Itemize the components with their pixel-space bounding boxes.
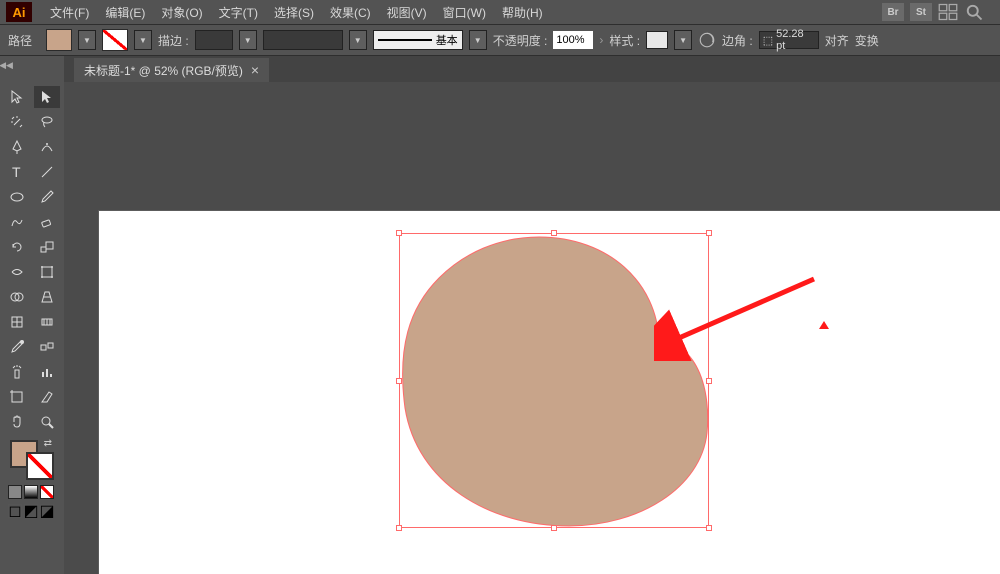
bridge-icon[interactable]: Br [882,3,904,21]
color-mode-none[interactable] [40,485,54,499]
fill-swatch[interactable] [46,29,72,51]
stroke-color-box[interactable] [26,452,54,480]
draw-inside[interactable]: ◪ [40,504,54,518]
app-logo: Ai [6,2,32,22]
mesh-tool[interactable] [4,311,30,333]
corner-label: 边角 : [722,32,753,49]
ellipse-tool[interactable] [4,186,30,208]
artboard[interactable] [98,210,1000,574]
draw-modes: ◻ ◩ ◪ [4,504,60,518]
corner-input[interactable]: ⬚52.28 pt [759,31,819,49]
swap-colors-icon[interactable]: ⇄ [44,438,52,449]
brush-definition[interactable]: 基本 [373,30,463,50]
opacity-label: 不透明度 : [493,32,548,49]
pen-tool[interactable] [4,136,30,158]
menu-object[interactable]: 对象(O) [153,4,210,21]
scale-tool[interactable] [34,236,60,258]
menu-type[interactable]: 文字(T) [211,4,266,21]
perspective-tool[interactable] [34,286,60,308]
stroke-dropdown[interactable]: ▼ [134,30,152,50]
stroke-profile[interactable] [263,30,343,50]
opacity-input[interactable]: 100% [553,31,593,49]
document-tab-title: 未标题-1* @ 52% (RGB/预览) [84,62,243,79]
selection-tool[interactable] [4,86,30,108]
style-label: 样式 : [609,32,640,49]
menu-help[interactable]: 帮助(H) [494,4,551,21]
tools-panel: T ⇄ ◻ ◩ ◪ [0,82,64,522]
shaper-tool[interactable] [4,211,30,233]
style-dropdown[interactable]: ▼ [674,30,692,50]
direct-selection-tool[interactable] [34,86,60,108]
color-mode-row [4,485,60,499]
menu-window[interactable]: 窗口(W) [435,4,494,21]
tab-close-button[interactable]: × [251,62,259,78]
opacity-expand[interactable]: › [599,33,603,47]
width-tool[interactable] [4,261,30,283]
symbol-sprayer-tool[interactable] [4,361,30,383]
recolor-icon[interactable] [698,31,716,49]
paintbrush-tool[interactable] [34,186,60,208]
color-mode-gradient[interactable] [24,485,38,499]
canvas-area[interactable] [64,82,1000,574]
fill-dropdown[interactable]: ▼ [78,30,96,50]
zoom-tool[interactable] [34,411,60,433]
menu-file[interactable]: 文件(F) [42,4,97,21]
artboard-tool[interactable] [4,386,30,408]
stock-icon[interactable]: St [910,3,932,21]
lasso-tool[interactable] [34,111,60,133]
gradient-tool[interactable] [34,311,60,333]
draw-behind[interactable]: ◩ [24,504,38,518]
hand-tool[interactable] [4,411,30,433]
document-tab[interactable]: 未标题-1* @ 52% (RGB/预览) × [74,58,269,82]
eyedropper-tool[interactable] [4,336,30,358]
fill-stroke-indicator[interactable]: ⇄ [4,438,60,482]
stroke-weight-label: 描边 : [158,32,189,49]
menu-select[interactable]: 选择(S) [266,4,322,21]
svg-text:T: T [12,164,21,180]
column-graph-tool[interactable] [34,361,60,383]
stroke-profile-dropdown[interactable]: ▼ [349,30,367,50]
draw-normal[interactable]: ◻ [8,504,22,518]
annotation-arrow [654,271,824,361]
graphic-style[interactable] [646,31,668,49]
panel-collapse-handle[interactable]: ◀◀ [0,58,12,72]
curvature-tool[interactable] [34,136,60,158]
brush-dropdown[interactable]: ▼ [469,30,487,50]
free-transform-tool[interactable] [34,261,60,283]
document-tab-bar: 未标题-1* @ 52% (RGB/预览) × [64,56,1000,82]
selection-mode-label: 路径 [8,32,32,49]
rotate-tool[interactable] [4,236,30,258]
menu-edit[interactable]: 编辑(E) [97,4,153,21]
control-bar: 路径 ▼ ▼ 描边 : ▼ ▼ 基本 ▼ 不透明度 : 100% › 样式 : … [0,24,1000,56]
transform-button[interactable]: 变换 [855,32,879,49]
slice-tool[interactable] [34,386,60,408]
stroke-weight-dropdown[interactable]: ▼ [239,30,257,50]
stroke-swatch[interactable] [102,29,128,51]
eraser-tool[interactable] [34,211,60,233]
stroke-weight-input[interactable] [195,30,233,50]
shape-builder-tool[interactable] [4,286,30,308]
brush-label: 基本 [436,32,458,48]
menu-effect[interactable]: 效果(C) [322,4,379,21]
arrange-icon[interactable] [938,3,958,21]
menubar: Ai 文件(F) 编辑(E) 对象(O) 文字(T) 选择(S) 效果(C) 视… [0,0,1000,24]
blend-tool[interactable] [34,336,60,358]
line-tool[interactable] [34,161,60,183]
magic-wand-tool[interactable] [4,111,30,133]
search-icon[interactable] [964,3,984,21]
annotation-triangle-icon [819,321,829,329]
menu-view[interactable]: 视图(V) [379,4,435,21]
type-tool[interactable]: T [4,161,30,183]
color-mode-solid[interactable] [8,485,22,499]
align-button[interactable]: 对齐 [825,32,849,49]
